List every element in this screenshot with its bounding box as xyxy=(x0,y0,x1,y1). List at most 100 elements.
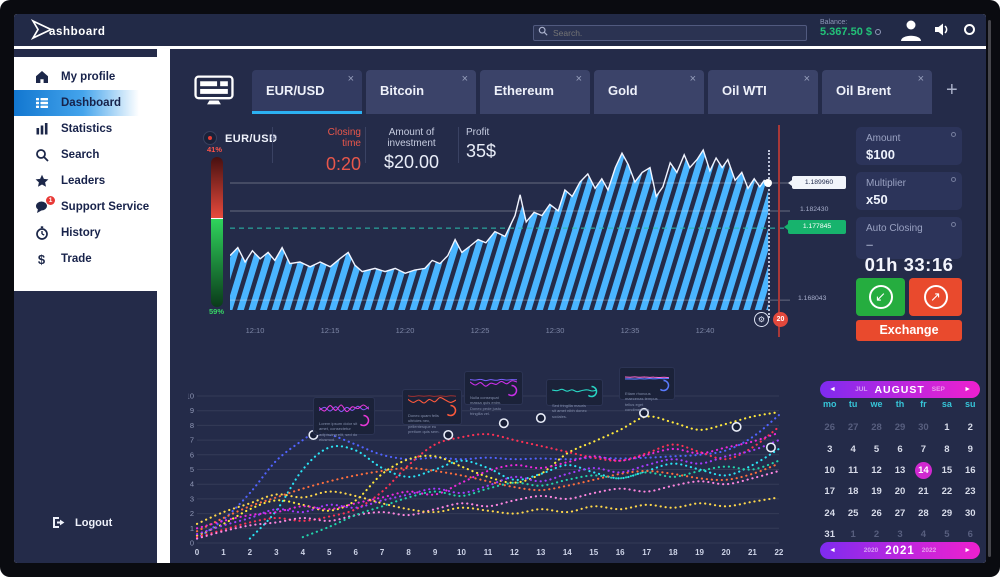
tab-gold[interactable]: Gold× xyxy=(594,70,704,114)
monitor-frame-highlight xyxy=(988,20,991,557)
tooltip-card: Nulla consequat massa quis enim. Donec p… xyxy=(464,371,523,405)
calendar-day[interactable]: 20 xyxy=(888,481,911,502)
calendar-day[interactable]: 30 xyxy=(912,417,935,438)
calendar-grid: 2627282930123456789101112131415161718192… xyxy=(818,417,982,545)
calendar-day[interactable]: 30 xyxy=(959,503,982,524)
power-icon[interactable] xyxy=(964,24,975,35)
calendar-day[interactable]: 21 xyxy=(912,481,935,502)
calendar-day[interactable]: 28 xyxy=(912,503,935,524)
calendar-day[interactable]: 8 xyxy=(935,438,958,459)
exchange-button[interactable]: Exchange xyxy=(856,320,962,341)
prev-year-label[interactable]: 2020 xyxy=(864,547,878,554)
calendar-day[interactable]: 2 xyxy=(959,417,982,438)
calendar-day[interactable]: 17 xyxy=(818,481,841,502)
auto-closing-field[interactable]: Auto Closing – xyxy=(856,217,962,259)
info-icon xyxy=(951,222,956,227)
search-input[interactable] xyxy=(533,25,807,41)
close-icon[interactable]: × xyxy=(690,73,696,85)
calendar-day[interactable]: 23 xyxy=(959,481,982,502)
multiplier-field[interactable]: Multiplier x50 xyxy=(856,172,962,210)
chart-gear-icon[interactable]: ⚙ xyxy=(754,312,769,327)
calendar-day[interactable]: 22 xyxy=(935,481,958,502)
close-icon[interactable]: × xyxy=(348,73,354,85)
calendar-day[interactable]: 3 xyxy=(818,438,841,459)
prev-year-arrow[interactable]: ◄ xyxy=(829,547,836,554)
time-tick: 12:10 xyxy=(235,326,275,335)
calendar-day[interactable]: 10 xyxy=(818,460,841,481)
current-month-label: AUGUST xyxy=(874,384,924,396)
prev-month-label[interactable]: JUL xyxy=(855,386,867,393)
tooltip-gauge-arc xyxy=(659,381,669,391)
sidebar-item-dashboard[interactable]: Dashboard xyxy=(14,90,139,116)
calendar-day[interactable]: 18 xyxy=(841,481,864,502)
calendar-day[interactable]: 12 xyxy=(865,460,888,481)
series-line xyxy=(250,446,779,539)
calendar-day[interactable]: 29 xyxy=(935,503,958,524)
calendar-day[interactable]: 15 xyxy=(935,460,958,481)
tab-ethereum[interactable]: Ethereum× xyxy=(480,70,590,114)
buy-button[interactable]: ↗ xyxy=(909,278,962,316)
x-axis-label: 1 xyxy=(221,548,226,557)
tab-oil-wti[interactable]: Oil WTI× xyxy=(708,70,818,114)
calendar-day[interactable]: 13 xyxy=(888,460,911,481)
tab-eur-usd[interactable]: EUR/USD× xyxy=(252,70,362,114)
calendar-day[interactable]: 1 xyxy=(935,417,958,438)
y-axis-label: 7 xyxy=(190,436,194,445)
calendar-day[interactable]: 26 xyxy=(818,417,841,438)
monitor-icon[interactable] xyxy=(194,75,234,106)
balance-label: Balance: xyxy=(820,19,910,26)
add-tab-button[interactable]: + xyxy=(946,79,958,102)
calendar-day[interactable]: 14 xyxy=(912,460,935,481)
calendar-day[interactable]: 26 xyxy=(865,503,888,524)
calendar-day[interactable]: 4 xyxy=(841,438,864,459)
sidebar-item-trade[interactable]: $ Trade xyxy=(14,246,157,272)
calendar-day[interactable]: 25 xyxy=(841,503,864,524)
calendar-day[interactable]: 7 xyxy=(912,438,935,459)
y-axis-label: 4 xyxy=(190,480,194,489)
close-icon[interactable]: × xyxy=(462,73,468,85)
sidebar-item-search[interactable]: Search xyxy=(14,142,157,168)
tooltip-gauge-arc xyxy=(359,416,369,426)
avatar[interactable] xyxy=(898,17,924,43)
sell-button[interactable]: ↙ xyxy=(856,278,905,316)
tab-bitcoin[interactable]: Bitcoin× xyxy=(366,70,476,114)
sidebar-item-statistics[interactable]: Statistics xyxy=(14,116,157,142)
sidebar-item-support-service[interactable]: 1 Support Service xyxy=(14,194,157,220)
screen: ashboard Balance: 5.367.50 $ xyxy=(14,14,986,563)
next-year-label[interactable]: 2022 xyxy=(922,547,936,554)
calendar-day[interactable]: 24 xyxy=(818,503,841,524)
x-axis-label: 18 xyxy=(669,548,678,557)
amount-field[interactable]: Amount $100 xyxy=(856,127,962,165)
next-year-arrow[interactable]: ► xyxy=(964,547,971,554)
calendar-day[interactable]: 19 xyxy=(865,481,888,502)
next-month-arrow[interactable]: ► xyxy=(964,386,971,393)
calendar-day[interactable]: 11 xyxy=(841,460,864,481)
x-axis-label: 7 xyxy=(380,548,385,557)
sidebar-item-leaders[interactable]: Leaders xyxy=(14,168,157,194)
calendar-day[interactable]: 5 xyxy=(865,438,888,459)
calendar-day[interactable]: 29 xyxy=(888,417,911,438)
calendar-day[interactable]: 27 xyxy=(841,417,864,438)
calendar-day[interactable]: 28 xyxy=(865,417,888,438)
close-icon[interactable]: × xyxy=(918,73,924,85)
logout-button[interactable]: Logout xyxy=(52,516,112,529)
sidebar-item-my-profile[interactable]: My profile xyxy=(14,64,157,90)
price-area xyxy=(230,150,768,310)
calendar-day[interactable]: 27 xyxy=(888,503,911,524)
prev-month-arrow[interactable]: ◄ xyxy=(829,386,836,393)
speaker-icon[interactable] xyxy=(934,22,950,37)
calendar-weekday: fr xyxy=(912,399,935,409)
calendar-day[interactable]: 6 xyxy=(888,438,911,459)
close-icon[interactable]: × xyxy=(804,73,810,85)
balance: Balance: 5.367.50 $ xyxy=(820,19,910,38)
calendar-day[interactable]: 16 xyxy=(959,460,982,481)
time-tick: 12:30 xyxy=(535,326,575,335)
tab-oil-brent[interactable]: Oil Brent× xyxy=(822,70,932,114)
x-axis-label: 19 xyxy=(695,548,704,557)
x-axis-label: 5 xyxy=(327,548,332,557)
closing-time-line xyxy=(778,125,780,337)
calendar-day[interactable]: 9 xyxy=(959,438,982,459)
next-month-label[interactable]: SEP xyxy=(932,386,945,393)
sidebar-item-history[interactable]: History xyxy=(14,220,157,246)
close-icon[interactable]: × xyxy=(576,73,582,85)
